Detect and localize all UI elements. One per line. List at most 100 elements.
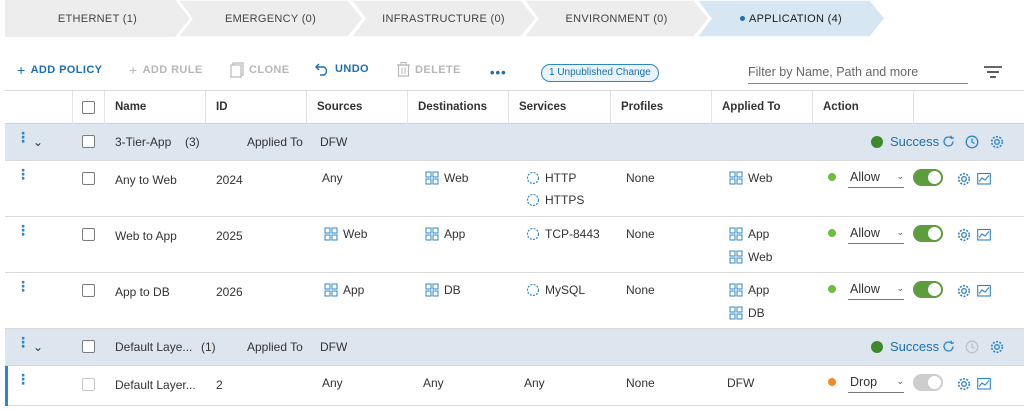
more-actions-button[interactable]: ••• — [490, 65, 507, 80]
rule-action: Allow ⌄ — [828, 278, 904, 300]
add-policy-button[interactable]: + ADD POLICY — [17, 62, 102, 78]
rule-enabled-toggle[interactable] — [913, 374, 943, 391]
stats-graph-icon[interactable] — [977, 377, 991, 391]
chevron-down-icon[interactable]: ⌄ — [33, 135, 43, 149]
stats-graph-icon[interactable] — [977, 172, 991, 186]
rule-applied-to[interactable]: App — [729, 227, 769, 241]
rule-name[interactable]: App to DB — [115, 285, 170, 299]
rule-name[interactable]: Any to Web — [115, 173, 177, 187]
rule-source[interactable]: Any — [322, 171, 343, 185]
history-icon[interactable] — [965, 135, 979, 149]
rule-source[interactable]: App — [324, 283, 364, 297]
row-menu-icon[interactable]: ⋮ — [16, 335, 30, 349]
rule-applied-to[interactable]: DB — [729, 306, 765, 320]
col-name[interactable]: Name — [104, 91, 205, 124]
stats-graph-icon[interactable] — [977, 228, 991, 242]
rule-service[interactable]: MySQL — [526, 283, 585, 297]
refresh-icon[interactable] — [942, 340, 955, 353]
tab-emergency[interactable]: EMERGENCY (0) — [178, 0, 363, 37]
service-label: MySQL — [545, 283, 586, 297]
rule-service[interactable]: Any — [524, 376, 545, 390]
rule-destination[interactable]: DB — [425, 283, 461, 297]
tab-ethernet[interactable]: ETHERNET (1) — [5, 0, 190, 37]
section-applied-to: DFW — [320, 340, 348, 354]
filter-input[interactable] — [748, 60, 968, 84]
tab-infrastructure[interactable]: INFRASTRUCTURE (0) — [351, 0, 536, 37]
rule-destination[interactable]: App — [425, 227, 465, 241]
col-id[interactable]: ID — [205, 91, 306, 124]
col-services[interactable]: Services — [508, 91, 610, 124]
rule-destination[interactable]: Web — [425, 171, 468, 185]
policy-section-row: ⋮ ⌄ Default Laye... (1) Applied To DFW S… — [5, 329, 1024, 366]
col-sources[interactable]: Sources — [306, 91, 407, 124]
filter-icon[interactable] — [984, 66, 1002, 78]
action-select[interactable]: Allow ⌄ — [848, 222, 904, 244]
rule-applied-to[interactable]: Web — [729, 250, 772, 264]
rule-applied-to[interactable]: DFW — [727, 376, 754, 390]
col-applied-to[interactable]: Applied To — [711, 91, 812, 124]
action-select[interactable]: Drop ⌄ — [848, 371, 904, 393]
row-menu-icon[interactable]: ⋮ — [16, 167, 30, 181]
undo-label: UNDO — [335, 63, 369, 75]
rule-service[interactable]: HTTPS — [526, 193, 584, 207]
undo-button[interactable]: UNDO — [315, 62, 369, 76]
rule-checkbox[interactable] — [82, 172, 95, 185]
clone-button[interactable]: CLONE — [230, 62, 290, 78]
gear-icon[interactable] — [957, 377, 971, 391]
rule-checkbox[interactable] — [82, 378, 95, 391]
tab-infrastructure-label: INFRASTRUCTURE (0) — [382, 12, 505, 25]
gear-icon[interactable] — [990, 340, 1004, 354]
rule-enabled-toggle[interactable] — [913, 169, 943, 186]
allow-status-dot — [828, 173, 836, 181]
tab-environment[interactable]: ENVIRONMENT (0) — [524, 0, 709, 37]
tab-application[interactable]: APPLICATION (4) — [697, 0, 885, 37]
stats-graph-icon[interactable] — [977, 284, 991, 298]
add-policy-label: ADD POLICY — [30, 64, 103, 76]
rule-checkbox[interactable] — [82, 284, 95, 297]
status-text[interactable]: Success — [890, 339, 939, 354]
action-select[interactable]: Allow ⌄ — [848, 278, 904, 300]
rule-row[interactable]: ⋮ Default Layer... 2 Any Any Any None DF… — [5, 366, 1024, 406]
section-checkbox[interactable] — [82, 340, 95, 353]
action-select[interactable]: Allow ⌄ — [848, 166, 904, 188]
col-destinations[interactable]: Destinations — [407, 91, 508, 124]
col-profiles[interactable]: Profiles — [610, 91, 711, 124]
gear-icon[interactable] — [957, 284, 971, 298]
row-menu-icon[interactable]: ⋮ — [16, 223, 30, 237]
rule-enabled-toggle[interactable] — [913, 225, 943, 242]
rule-applied-to[interactable]: Web — [729, 171, 772, 185]
status-text[interactable]: Success — [890, 134, 939, 149]
destination-label: Web — [444, 171, 469, 185]
select-all-checkbox[interactable] — [82, 101, 95, 114]
rule-source[interactable]: Any — [322, 376, 343, 390]
rule-service[interactable]: HTTP — [526, 171, 576, 185]
rule-name[interactable]: Web to App — [115, 229, 177, 243]
rule-checkbox[interactable] — [82, 228, 95, 241]
chevron-down-icon: ⌄ — [896, 227, 904, 237]
rule-service[interactable]: TCP-8443 — [526, 227, 600, 241]
rule-row[interactable]: ⋮ App to DB 2026 App DB MySQL None App D… — [5, 273, 1024, 329]
refresh-icon[interactable] — [942, 135, 955, 148]
gear-icon[interactable] — [957, 172, 971, 186]
gear-icon[interactable] — [957, 228, 971, 242]
row-menu-icon[interactable]: ⋮ — [16, 372, 30, 386]
rule-applied-to[interactable]: App — [729, 283, 769, 297]
row-menu-icon[interactable]: ⋮ — [16, 130, 30, 144]
col-action[interactable]: Action — [812, 91, 913, 124]
section-checkbox[interactable] — [82, 135, 95, 148]
rule-destination[interactable]: Any — [423, 376, 444, 390]
add-rule-button[interactable]: + ADD RULE — [129, 62, 203, 78]
chevron-down-icon[interactable]: ⌄ — [33, 340, 43, 354]
rule-row[interactable]: ⋮ Web to App 2025 Web App TCP-8443 None … — [5, 217, 1024, 273]
gear-icon[interactable] — [990, 135, 1004, 149]
rule-enabled-toggle[interactable] — [913, 281, 943, 298]
unpublished-changes-badge[interactable]: 1 Unpublished Change — [541, 64, 659, 82]
section-rule-count: (3) — [185, 135, 200, 149]
rule-id: 2024 — [216, 173, 243, 187]
col-divider — [72, 91, 73, 124]
rule-name[interactable]: Default Layer... — [115, 378, 196, 392]
rule-source[interactable]: Web — [324, 227, 367, 241]
rule-row[interactable]: ⋮ Any to Web 2024 Any Web HTTP HTTPS Non… — [5, 161, 1024, 217]
row-menu-icon[interactable]: ⋮ — [16, 279, 30, 293]
delete-button[interactable]: DELETE — [397, 62, 461, 77]
